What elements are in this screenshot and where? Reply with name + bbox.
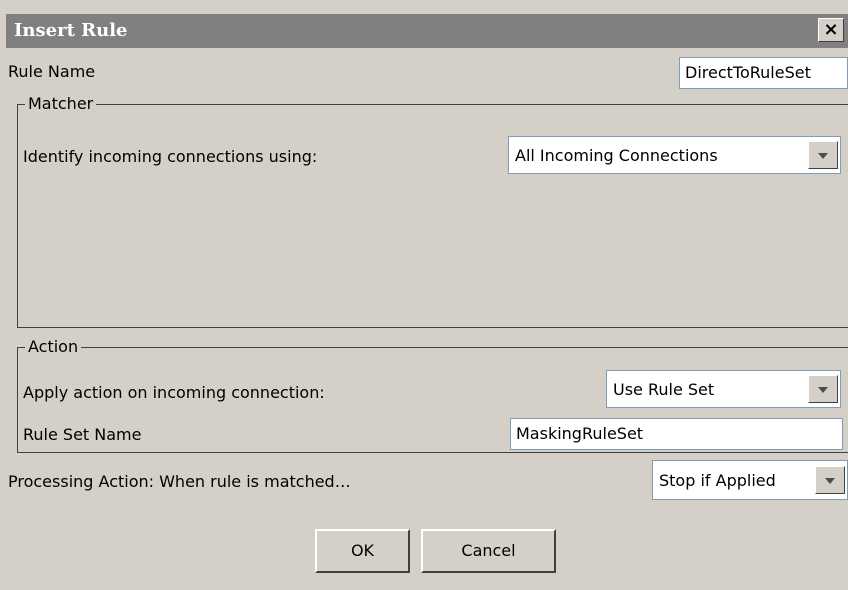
- processing-action-select[interactable]: Stop if Applied: [652, 460, 848, 500]
- action-legend: Action: [25, 337, 82, 357]
- ok-button[interactable]: OK: [315, 529, 410, 573]
- apply-action-label: Apply action on incoming connection:: [23, 383, 325, 402]
- identify-dropdown-button[interactable]: [808, 141, 838, 169]
- close-icon: ×: [823, 19, 839, 40]
- apply-action-value: Use Rule Set: [613, 380, 715, 399]
- apply-action-dropdown-button[interactable]: [808, 375, 838, 403]
- identify-select-value: All Incoming Connections: [515, 146, 718, 165]
- rule-name-label: Rule Name: [8, 62, 96, 81]
- rule-set-name-label: Rule Set Name: [23, 425, 142, 444]
- apply-action-select[interactable]: Use Rule Set: [606, 370, 841, 408]
- rule-name-input[interactable]: DirectToRuleSet: [679, 57, 848, 89]
- close-button[interactable]: ×: [818, 18, 844, 42]
- title-bar: [6, 14, 848, 48]
- processing-action-label: Processing Action: When rule is matched…: [8, 472, 351, 491]
- rule-set-name-value: MaskingRuleSet: [516, 424, 644, 443]
- identify-label: Identify incoming connections using:: [23, 147, 318, 166]
- rule-set-name-input[interactable]: MaskingRuleSet: [510, 418, 843, 450]
- cancel-button[interactable]: Cancel: [421, 529, 556, 573]
- chevron-down-icon: [818, 387, 828, 393]
- dialog-title: Insert Rule: [14, 20, 128, 41]
- matcher-legend: Matcher: [25, 94, 97, 114]
- processing-action-value: Stop if Applied: [659, 471, 776, 490]
- identify-select[interactable]: All Incoming Connections: [508, 136, 841, 174]
- rule-name-value: DirectToRuleSet: [685, 63, 811, 82]
- chevron-down-icon: [825, 478, 835, 484]
- chevron-down-icon: [818, 153, 828, 159]
- processing-dropdown-button[interactable]: [815, 466, 845, 494]
- cancel-button-label: Cancel: [461, 541, 516, 560]
- ok-button-label: OK: [350, 541, 375, 560]
